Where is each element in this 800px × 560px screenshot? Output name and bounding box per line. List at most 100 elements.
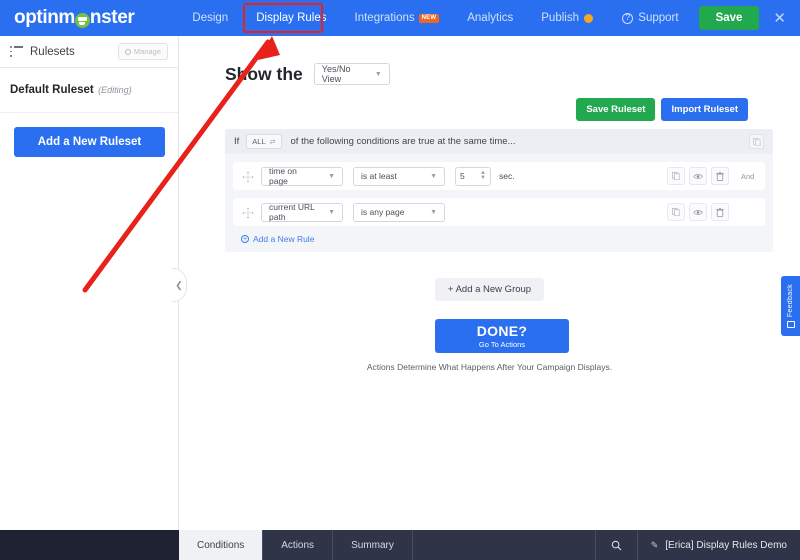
- rule-connector-label: And: [741, 171, 755, 181]
- nav-label-integrations: Integrations: [354, 12, 415, 24]
- feedback-tab[interactable]: Feedback: [781, 276, 800, 336]
- eye-icon[interactable]: [689, 167, 707, 185]
- stepper-arrows-icon[interactable]: ▲ ▼: [480, 170, 486, 181]
- ruleset-state-label: (Editing): [98, 85, 132, 95]
- rule-operator-select[interactable]: is any page ▼: [353, 202, 445, 222]
- nav-item-display-rules[interactable]: Display Rules: [242, 0, 340, 36]
- nav-label-analytics: Analytics: [467, 12, 514, 24]
- rule-value-unit: sec.: [499, 171, 515, 181]
- nav-label-design: Design: [192, 12, 229, 24]
- done-button-title: DONE?: [476, 322, 528, 339]
- rule-operator-value: is at least: [361, 171, 397, 181]
- copy-icon[interactable]: [667, 167, 685, 185]
- done-go-to-actions-button[interactable]: DONE? Go To Actions: [435, 319, 569, 353]
- rulesets-sidebar: Rulesets Manage Default Ruleset (Editing…: [0, 36, 179, 530]
- swap-icon: ⇄: [269, 138, 276, 146]
- manage-rulesets-button[interactable]: Manage: [117, 43, 168, 60]
- support-link[interactable]: ? Support: [622, 12, 679, 24]
- show-the-row: Show the Yes/No View ▼: [179, 36, 800, 85]
- chevron-down-icon: ▼: [430, 208, 437, 216]
- pencil-icon: ✎: [650, 539, 659, 550]
- chevron-down-icon: ▼: [430, 172, 437, 180]
- show-the-label: Show the: [225, 63, 303, 84]
- rule-operator-value: is any page: [361, 207, 405, 217]
- eye-glyph: [693, 173, 703, 179]
- rule-field-select[interactable]: time on page ▼: [261, 166, 343, 186]
- nav-item-integrations[interactable]: Integrations NEW: [341, 0, 454, 36]
- actions-helper-text: Actions Determine What Happens After You…: [366, 362, 613, 372]
- tab-summary[interactable]: Summary: [333, 530, 413, 560]
- view-select[interactable]: Yes/No View ▼: [313, 63, 390, 85]
- close-icon[interactable]: ✕: [773, 11, 786, 26]
- import-ruleset-button[interactable]: Import Ruleset: [661, 98, 748, 121]
- ruleset-list-item[interactable]: Default Ruleset (Editing): [0, 68, 178, 113]
- bottom-bar-spacer: [413, 530, 596, 560]
- ruleset-name: Default Ruleset: [10, 84, 94, 96]
- tab-summary-label: Summary: [351, 539, 394, 551]
- copy-glyph: [672, 172, 680, 180]
- support-label: Support: [638, 12, 679, 24]
- chevron-down-icon: ▼: [374, 70, 382, 78]
- rule-value-stepper[interactable]: 5 ▲ ▼: [455, 166, 491, 186]
- nav-item-analytics[interactable]: Analytics: [453, 0, 527, 36]
- chevron-left-icon: ❮: [175, 279, 183, 290]
- rule-field-select[interactable]: current URL path ▼: [261, 202, 343, 222]
- condition-group: If ALL ⇄ of the following conditions are…: [225, 129, 773, 252]
- chevron-down-icon: ▼: [328, 208, 335, 216]
- add-new-ruleset-button[interactable]: Add a New Ruleset: [14, 127, 165, 157]
- drag-glyph: [242, 207, 254, 219]
- question-circle-icon: ?: [622, 12, 634, 24]
- add-new-group-row: + Add a New Group: [179, 278, 800, 301]
- copy-icon[interactable]: [667, 203, 685, 221]
- condition-rule-row: current URL path ▼ is any page ▼: [233, 198, 765, 226]
- tab-conditions[interactable]: Conditions: [179, 530, 264, 560]
- all-any-select[interactable]: ALL ⇄: [246, 134, 282, 149]
- rulesets-header: Rulesets Manage: [0, 36, 178, 68]
- list-icon: [10, 46, 23, 57]
- logo-text-part2: nster: [89, 7, 135, 28]
- done-button-subtitle: Go To Actions: [478, 339, 526, 349]
- campaign-name-label: [Erica] Display Rules Demo: [665, 539, 787, 551]
- logo-text: optinm nster: [14, 7, 135, 29]
- tab-actions[interactable]: Actions: [263, 530, 334, 560]
- feedback-label: Feedback: [787, 283, 794, 318]
- drag-handle-icon[interactable]: [242, 206, 254, 219]
- trash-glyph: [716, 171, 724, 181]
- copy-glyph: [672, 208, 680, 216]
- copy-icon[interactable]: [749, 134, 764, 149]
- campaign-name-button[interactable]: ✎ [Erica] Display Rules Demo: [638, 530, 800, 560]
- rule-field-value: current URL path: [269, 202, 315, 222]
- condition-group-header: If ALL ⇄ of the following conditions are…: [225, 129, 773, 154]
- nav-item-design[interactable]: Design: [178, 0, 242, 36]
- nav-right-group: ? Support Save ✕: [622, 6, 800, 30]
- main-menu: Design Display Rules Integrations NEW An…: [178, 0, 607, 36]
- rule-value: 5: [460, 171, 465, 181]
- top-navigation-bar: optinm nster Design Display Rules Integra…: [0, 0, 800, 36]
- add-new-group-button[interactable]: + Add a New Group: [434, 278, 545, 301]
- search-glyph: [611, 540, 622, 550]
- chevron-down-icon: ▼: [328, 172, 335, 180]
- nav-item-publish[interactable]: Publish: [527, 0, 607, 36]
- drag-handle-icon[interactable]: [242, 170, 254, 183]
- optinmonster-logo[interactable]: optinm nster: [14, 0, 135, 36]
- rule-actions: And: [663, 167, 759, 185]
- display-rules-canvas: Show the Yes/No View ▼ Save Ruleset Impo…: [179, 36, 800, 530]
- monster-icon: [74, 12, 90, 28]
- trash-icon[interactable]: [711, 203, 729, 221]
- gear-icon: [124, 48, 131, 55]
- rule-operator-select[interactable]: is at least ▼: [353, 166, 445, 186]
- eye-glyph: [693, 209, 703, 215]
- save-ruleset-button[interactable]: Save Ruleset: [576, 98, 656, 121]
- search-icon[interactable]: [596, 530, 638, 560]
- save-button[interactable]: Save: [698, 6, 760, 30]
- manage-label: Manage: [133, 47, 161, 56]
- new-badge: NEW: [418, 13, 440, 23]
- add-new-rule-button[interactable]: + Add a New Rule: [241, 234, 773, 244]
- trash-icon[interactable]: [711, 167, 729, 185]
- ruleset-action-buttons: Save Ruleset Import Ruleset: [576, 98, 748, 121]
- view-select-value: Yes/No View: [321, 64, 351, 84]
- if-label: If: [234, 136, 240, 147]
- nav-label-display-rules: Display Rules: [256, 12, 327, 24]
- bottom-bar-left-spacer: [0, 530, 179, 560]
- eye-icon[interactable]: [689, 203, 707, 221]
